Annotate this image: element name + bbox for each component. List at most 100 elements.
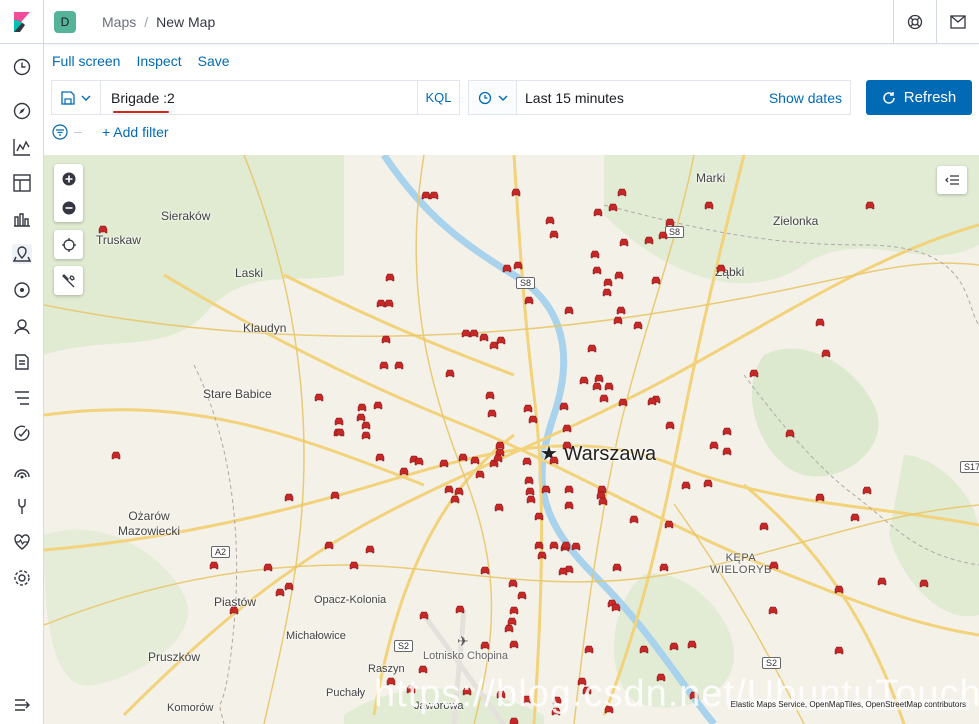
vehicle-marker-icon[interactable]: [687, 640, 697, 649]
vehicle-marker-icon[interactable]: [608, 203, 618, 212]
vehicle-marker-icon[interactable]: [111, 451, 121, 460]
vehicle-marker-icon[interactable]: [618, 398, 628, 407]
visualize-icon[interactable]: [12, 137, 32, 157]
vehicle-marker-icon[interactable]: [590, 250, 600, 259]
vehicle-marker-icon[interactable]: [284, 582, 294, 591]
vehicle-marker-icon[interactable]: [528, 415, 538, 424]
vehicle-marker-icon[interactable]: [502, 264, 512, 273]
vehicle-marker-icon[interactable]: [834, 585, 844, 594]
vehicle-marker-icon[interactable]: [357, 403, 367, 412]
vehicle-marker-icon[interactable]: [284, 493, 294, 502]
maps-icon[interactable]: [12, 244, 32, 264]
zoom-out-button[interactable]: [54, 193, 83, 222]
vehicle-marker-icon[interactable]: [562, 441, 572, 450]
vehicle-marker-icon[interactable]: [470, 456, 480, 465]
vehicle-marker-icon[interactable]: [665, 421, 675, 430]
vehicle-marker-icon[interactable]: [584, 645, 594, 654]
vehicle-marker-icon[interactable]: [445, 369, 455, 378]
vehicle-marker-icon[interactable]: [523, 404, 533, 413]
vehicle-marker-icon[interactable]: [522, 457, 532, 466]
vehicle-marker-icon[interactable]: [414, 457, 424, 466]
vehicle-marker-icon[interactable]: [361, 431, 371, 440]
vehicle-marker-icon[interactable]: [549, 456, 559, 465]
vehicle-marker-icon[interactable]: [658, 231, 668, 240]
vehicle-marker-icon[interactable]: [768, 606, 778, 615]
vehicle-marker-icon[interactable]: [815, 318, 825, 327]
vehicle-marker-icon[interactable]: [722, 447, 732, 456]
vehicle-marker-icon[interactable]: [330, 491, 340, 500]
vehicle-marker-icon[interactable]: [598, 497, 608, 506]
vehicle-marker-icon[interactable]: [534, 512, 544, 521]
help-button[interactable]: [893, 0, 936, 44]
vehicle-marker-icon[interactable]: [834, 646, 844, 655]
quick-select-button[interactable]: [469, 81, 517, 114]
vehicle-marker-icon[interactable]: [919, 579, 929, 588]
uptime-icon[interactable]: [12, 424, 32, 444]
vehicle-marker-icon[interactable]: [629, 515, 639, 524]
collapse-nav-icon[interactable]: [12, 695, 32, 715]
vehicle-marker-icon[interactable]: [613, 316, 623, 325]
vehicle-marker-icon[interactable]: [561, 541, 571, 550]
vehicle-marker-icon[interactable]: [526, 495, 536, 504]
vehicle-marker-icon[interactable]: [593, 208, 603, 217]
filter-options-icon[interactable]: [52, 124, 68, 140]
draw-tools-button[interactable]: [54, 266, 83, 295]
vehicle-marker-icon[interactable]: [704, 201, 714, 210]
vehicle-marker-icon[interactable]: [469, 329, 479, 338]
vehicle-marker-icon[interactable]: [602, 288, 612, 297]
vehicle-marker-icon[interactable]: [509, 606, 519, 615]
vehicle-marker-icon[interactable]: [559, 402, 569, 411]
vehicle-marker-icon[interactable]: [549, 230, 559, 239]
vehicle-marker-icon[interactable]: [541, 485, 551, 494]
add-filter-link[interactable]: + Add filter: [102, 124, 169, 140]
canvas-icon[interactable]: [12, 209, 32, 229]
vehicle-marker-icon[interactable]: [361, 421, 371, 430]
vehicle-marker-icon[interactable]: [617, 188, 627, 197]
siem-icon[interactable]: [12, 460, 32, 480]
vehicle-marker-icon[interactable]: [647, 397, 657, 406]
vehicle-marker-icon[interactable]: [373, 401, 383, 410]
vehicle-marker-icon[interactable]: [769, 561, 779, 570]
show-dates-link[interactable]: Show dates: [761, 81, 850, 114]
vehicle-marker-icon[interactable]: [877, 577, 887, 586]
vehicle-marker-icon[interactable]: [509, 640, 519, 649]
saved-query-button[interactable]: [52, 81, 101, 114]
zoom-in-button[interactable]: [54, 164, 83, 193]
vehicle-marker-icon[interactable]: [263, 563, 273, 572]
vehicle-marker-icon[interactable]: [489, 341, 499, 350]
vehicle-marker-icon[interactable]: [604, 382, 614, 391]
vehicle-marker-icon[interactable]: [564, 485, 574, 494]
vehicle-marker-icon[interactable]: [494, 503, 504, 512]
vehicle-marker-icon[interactable]: [865, 201, 875, 210]
gear-icon[interactable]: [12, 568, 32, 588]
vehicle-marker-icon[interactable]: [365, 545, 375, 554]
vehicle-marker-icon[interactable]: [275, 588, 285, 597]
map-canvas[interactable]: Marki Zielonka Sieraków Truskaw Laski Zą…: [44, 155, 979, 724]
clock-icon[interactable]: [12, 57, 32, 77]
vehicle-marker-icon[interactable]: [379, 361, 389, 370]
vehicle-marker-icon[interactable]: [444, 485, 454, 494]
vehicle-marker-icon[interactable]: [513, 261, 523, 270]
vehicle-marker-icon[interactable]: [759, 522, 769, 531]
vehicle-marker-icon[interactable]: [375, 453, 385, 462]
time-range-label[interactable]: Last 15 minutes: [517, 81, 761, 114]
vehicle-marker-icon[interactable]: [334, 417, 344, 426]
infrastructure-icon[interactable]: [12, 316, 32, 336]
vehicle-marker-icon[interactable]: [399, 467, 409, 476]
vehicle-marker-icon[interactable]: [785, 429, 795, 438]
vehicle-marker-icon[interactable]: [485, 391, 495, 400]
vehicle-marker-icon[interactable]: [324, 541, 334, 550]
vehicle-marker-icon[interactable]: [524, 296, 534, 305]
vehicle-marker-icon[interactable]: [592, 266, 602, 275]
vehicle-marker-icon[interactable]: [633, 321, 643, 330]
vehicle-marker-icon[interactable]: [815, 493, 825, 502]
vehicle-marker-icon[interactable]: [475, 470, 485, 479]
kql-toggle[interactable]: KQL: [417, 81, 459, 114]
logs-icon[interactable]: [12, 352, 32, 372]
vehicle-marker-icon[interactable]: [509, 717, 519, 724]
vehicle-marker-icon[interactable]: [611, 603, 621, 612]
vehicle-marker-icon[interactable]: [429, 191, 439, 200]
map-attribution[interactable]: Elastic Maps Service, OpenMapTiles, Open…: [727, 699, 969, 710]
full-screen-link[interactable]: Full screen: [52, 53, 120, 69]
vehicle-marker-icon[interactable]: [665, 218, 675, 227]
